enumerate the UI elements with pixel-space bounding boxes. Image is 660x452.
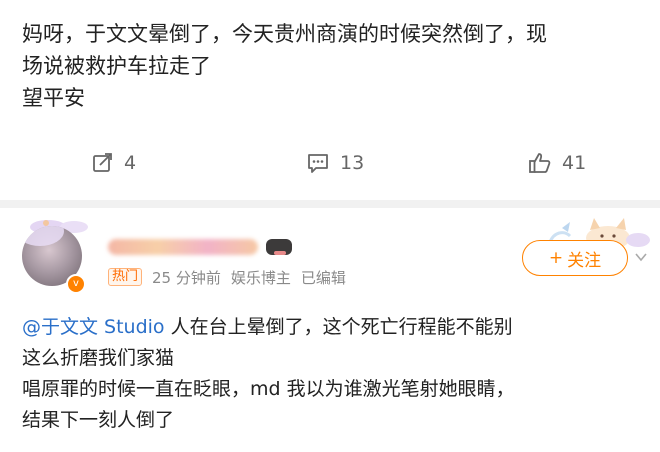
comment-count: 13	[340, 152, 365, 174]
comment-meta: 热门 25 分钟前 娱乐博主 已编辑	[108, 266, 346, 288]
blurred-username	[108, 239, 258, 255]
post-action-bar: 4 13 41	[0, 145, 660, 181]
comment-line: 这么折磨我们家猫	[22, 347, 175, 369]
like-button[interactable]: 41	[528, 145, 586, 181]
commenter-username[interactable]	[108, 236, 292, 258]
post-line: 妈呀，于文文晕倒了，今天贵州商演的时候突然倒了，现	[22, 22, 547, 46]
comment-line-rest: 人在台上晕倒了，这个死亡行程能不能别	[164, 316, 513, 338]
repost-button[interactable]: 4	[92, 145, 136, 181]
repost-icon	[93, 153, 112, 172]
follow-label: 关注	[567, 250, 602, 271]
post-line: 场说被救护车拉走了	[22, 54, 211, 78]
mention-link[interactable]: @于文文 Studio	[22, 316, 165, 338]
comment-time: 25 分钟前	[152, 268, 221, 287]
comment-line: @于文文 Studio 人在台上晕倒了，这个死亡行程能不能别	[22, 312, 652, 343]
comment-icon	[308, 154, 328, 173]
avatar-frame	[22, 226, 64, 246]
sunglasses-emoji-icon	[266, 239, 292, 255]
plus-icon: +	[548, 248, 564, 268]
chevron-down-icon[interactable]	[634, 250, 648, 264]
edited-label: 已编辑	[300, 268, 346, 287]
verified-badge-icon: v	[66, 274, 86, 294]
comment-text: @于文文 Studio 人在台上晕倒了，这个死亡行程能不能别 这么折磨我们家猫 …	[22, 312, 652, 436]
thumbs-up-icon	[529, 153, 551, 173]
comment-line: 唱原罪的时候一直在眨眼，md 我以为谁激光笔射她眼睛，	[22, 378, 515, 400]
hot-badge: 热门	[108, 268, 143, 286]
comment-line: 结果下一刻人倒了	[22, 409, 175, 431]
follow-button[interactable]: + 关注	[522, 240, 628, 276]
repost-count: 4	[124, 152, 137, 174]
user-role: 娱乐博主	[230, 268, 291, 287]
post-text: 妈呀，于文文晕倒了，今天贵州商演的时候突然倒了，现 场说被救护车拉走了 望平安	[22, 18, 642, 114]
comment-button[interactable]: 13	[306, 145, 364, 181]
like-count: 41	[562, 152, 587, 174]
post-card: 妈呀，于文文晕倒了，今天贵州商演的时候突然倒了，现 场说被救护车拉走了 望平安 …	[0, 0, 660, 200]
post-line: 望平安	[22, 86, 85, 110]
